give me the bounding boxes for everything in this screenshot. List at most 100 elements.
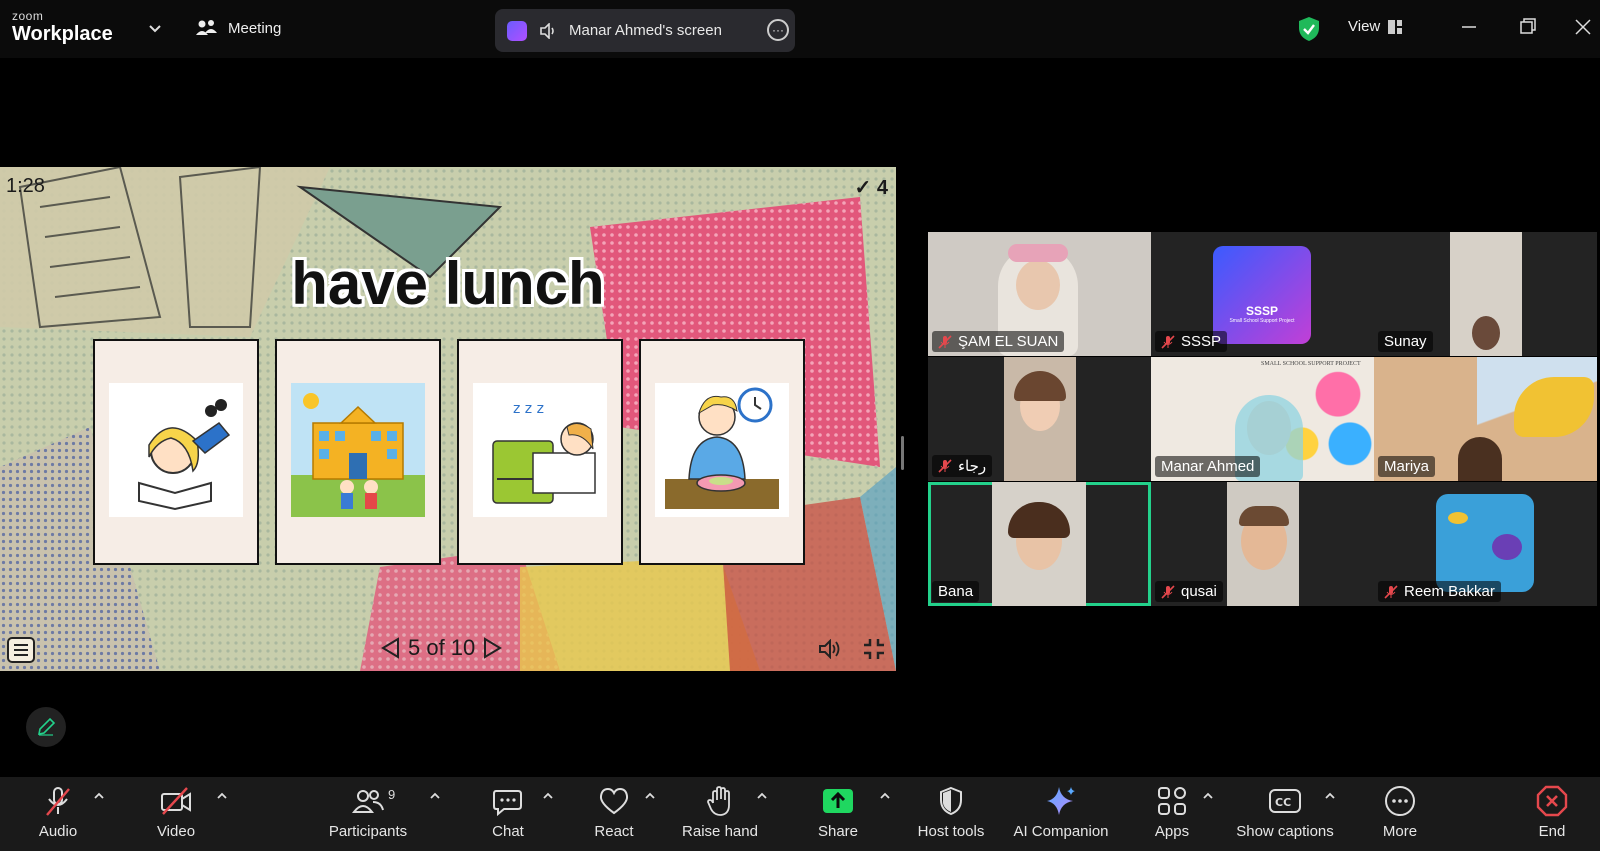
- boy-eating-icon: [655, 383, 789, 517]
- pager-text: 5 of 10: [408, 635, 476, 660]
- answer-card-3[interactable]: z z z: [457, 339, 623, 565]
- muted-mic-icon: [1384, 584, 1398, 599]
- raise-hand-icon: [707, 786, 730, 816]
- close-icon[interactable]: [1568, 14, 1598, 40]
- participant-tile[interactable]: Sunay: [1374, 232, 1597, 356]
- slide-title: have lunch: [291, 250, 605, 317]
- audio-label: Audio: [38, 823, 78, 840]
- video-caret-icon[interactable]: [215, 789, 229, 803]
- muted-mic-icon: [1161, 584, 1175, 599]
- app-icon: [507, 20, 527, 41]
- shared-screen: 1:28 ✓ 4 have lunch z z z 5 of 10: [0, 167, 896, 671]
- ai-companion-button[interactable]: AI Companion: [1010, 781, 1112, 840]
- share-screen-icon: [823, 789, 853, 813]
- audio-caret-icon[interactable]: [92, 789, 106, 803]
- share-label: Share: [817, 823, 859, 840]
- chat-label: Chat: [492, 823, 524, 840]
- restore-icon[interactable]: [1512, 14, 1542, 40]
- sparkle-icon: [1047, 787, 1075, 815]
- react-label: React: [594, 823, 634, 840]
- react-caret-icon[interactable]: [643, 789, 657, 803]
- next-icon[interactable]: [481, 637, 503, 659]
- host-tools-label: Host tools: [917, 823, 985, 840]
- share-caret-icon[interactable]: [878, 789, 892, 803]
- answer-card-4[interactable]: [639, 339, 805, 565]
- muted-mic-icon: [1161, 334, 1175, 349]
- captions-caret-icon[interactable]: [1323, 789, 1337, 803]
- sound-icon[interactable]: [818, 639, 842, 659]
- menu-icon: [14, 644, 28, 656]
- video-label: Video: [156, 823, 196, 840]
- react-button[interactable]: React: [584, 781, 644, 840]
- apps-caret-icon[interactable]: [1201, 789, 1215, 803]
- score-counter: ✓ 4: [854, 177, 888, 199]
- participant-tile[interactable]: SSSP Small School Support Project SSSP: [1151, 232, 1374, 356]
- participant-name: Reem Bakkar: [1378, 581, 1501, 602]
- answer-card-2[interactable]: [275, 339, 441, 565]
- participant-tile[interactable]: qusai: [1151, 482, 1374, 606]
- chat-caret-icon[interactable]: [541, 789, 555, 803]
- slide-pager: 5 of 10: [380, 635, 503, 661]
- banner-text: SMALL SCHOOL SUPPORT PROJECT: [1261, 361, 1361, 367]
- more-label: More: [1382, 823, 1418, 840]
- muted-mic-icon: [938, 334, 952, 349]
- previous-icon[interactable]: [380, 637, 402, 659]
- slide-menu-button[interactable]: [7, 637, 35, 663]
- more-icon: [1385, 786, 1415, 816]
- participant-tile[interactable]: Mariya: [1374, 357, 1597, 481]
- raise-hand-caret-icon[interactable]: [755, 789, 769, 803]
- apps-label: Apps: [1154, 823, 1190, 840]
- participant-name: qusai: [1155, 581, 1223, 602]
- captions-icon: CC: [1269, 789, 1301, 813]
- answer-card-1[interactable]: [93, 339, 259, 565]
- participant-tile[interactable]: رجاء: [928, 357, 1151, 481]
- video-off-icon: [161, 787, 191, 815]
- brand-big: Workplace: [12, 23, 113, 45]
- more-options-icon[interactable]: ···: [767, 19, 789, 41]
- participant-tile-active[interactable]: Bana: [928, 482, 1151, 606]
- audio-button[interactable]: Audio: [28, 781, 88, 840]
- participant-tile[interactable]: SMALL SCHOOL SUPPORT PROJECT Manar Ahmed: [1151, 357, 1374, 481]
- sleeping-icon: z z z: [473, 383, 607, 517]
- video-button[interactable]: Video: [146, 781, 206, 840]
- app-logo: zoom Workplace: [12, 10, 113, 44]
- end-button[interactable]: End: [1522, 781, 1582, 840]
- show-captions-label: Show captions: [1236, 823, 1334, 840]
- minimize-icon[interactable]: [1454, 14, 1484, 40]
- title-bar: zoom Workplace Meeting Manar Ahmed's scr…: [0, 0, 1600, 58]
- chat-button[interactable]: Chat: [478, 781, 538, 840]
- speaker-icon: [540, 22, 554, 39]
- host-tools-button[interactable]: Host tools: [912, 781, 990, 840]
- meeting-menu[interactable]: Meeting: [196, 18, 281, 38]
- participants-button[interactable]: Participants: [322, 781, 414, 840]
- svg-text:z z z: z z z: [513, 401, 544, 417]
- end-icon: [1536, 785, 1568, 817]
- brand-small: zoom: [12, 9, 44, 23]
- raise-hand-button[interactable]: Raise hand: [676, 781, 764, 840]
- chat-icon: [493, 790, 522, 816]
- view-button[interactable]: View: [1348, 18, 1403, 35]
- svg-text:CC: CC: [1275, 796, 1291, 809]
- participants-caret-icon[interactable]: [428, 789, 442, 803]
- exit-fullscreen-icon[interactable]: [862, 637, 886, 661]
- chevron-down-icon[interactable]: [146, 20, 164, 38]
- school-icon: [291, 383, 425, 517]
- annotate-button[interactable]: [26, 707, 66, 747]
- security-shield-icon[interactable]: [1297, 16, 1321, 42]
- participant-name: ŞAM EL SUAN: [932, 331, 1065, 352]
- girl-reading-icon: [109, 383, 243, 517]
- more-button[interactable]: More: [1370, 781, 1430, 840]
- mic-muted-icon: [46, 787, 70, 816]
- apps-button[interactable]: Apps: [1142, 781, 1202, 840]
- view-label: View: [1348, 18, 1381, 35]
- share-button[interactable]: Share: [808, 781, 868, 840]
- participant-tile[interactable]: ŞAM EL SUAN: [928, 232, 1151, 356]
- muted-mic-icon: [938, 459, 952, 473]
- participant-tile[interactable]: Reem Bakkar: [1374, 482, 1597, 606]
- participant-name: SSSP: [1155, 331, 1228, 352]
- splitter-handle[interactable]: [901, 436, 904, 470]
- slide-timer: 1:28: [6, 175, 45, 197]
- participant-name: Sunay: [1378, 331, 1433, 352]
- participant-name: Manar Ahmed: [1155, 456, 1261, 477]
- screen-share-indicator[interactable]: Manar Ahmed's screen ···: [495, 9, 795, 52]
